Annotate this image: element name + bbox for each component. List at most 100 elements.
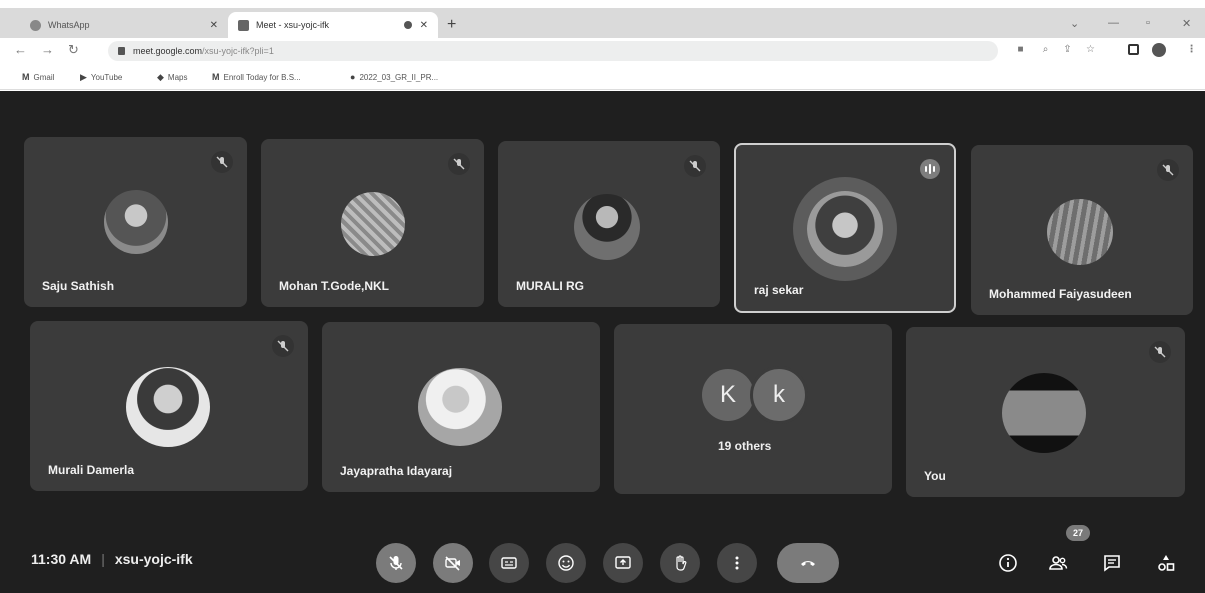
restore-icon[interactable]: ▫ xyxy=(1146,17,1150,29)
more-menu-icon[interactable]: ⋮ xyxy=(1186,44,1197,55)
mic-off-icon xyxy=(684,155,706,177)
forward-icon[interactable]: → xyxy=(41,42,54,57)
address-bar[interactable]: meet.google.com/xsu-yojc-ifk?pli=1 xyxy=(108,41,998,61)
emoji-icon xyxy=(558,555,574,571)
participant-tile[interactable]: Mohammed Faiyasudeen xyxy=(971,145,1193,315)
bookmark-label: Gmail xyxy=(33,72,55,82)
raise-hand-button[interactable] xyxy=(660,543,700,583)
bookmark-gmail[interactable]: M Gmail xyxy=(22,72,54,82)
meeting-time: 11:30 AM xyxy=(31,551,92,567)
avatar xyxy=(104,190,168,254)
tab-whatsapp[interactable]: WhatsApp ✕ xyxy=(20,12,228,38)
profile-avatar[interactable] xyxy=(1152,43,1166,57)
participant-tile[interactable]: Mohan T.Gode,NKL xyxy=(261,139,484,307)
more-options-button[interactable] xyxy=(717,543,757,583)
leave-call-button[interactable] xyxy=(777,543,839,583)
participant-tile[interactable]: Murali Damerla xyxy=(30,321,308,491)
meeting-code: xsu-yojc-ifk xyxy=(114,551,193,567)
participant-name: Mohan T.Gode,NKL xyxy=(279,279,389,293)
mic-off-icon xyxy=(1149,341,1171,363)
mic-off-icon xyxy=(211,151,233,173)
hang-up-icon xyxy=(801,561,815,566)
mic-off-icon xyxy=(272,335,294,357)
tab-meet[interactable]: Meet - xsu-yojc-ifk ✕ xyxy=(228,12,438,38)
participant-tile[interactable]: Jayapratha Idayaraj xyxy=(322,322,600,492)
mic-toggle-button[interactable] xyxy=(376,543,416,583)
emoji-reactions-button[interactable] xyxy=(546,543,586,583)
new-tab-button[interactable]: + xyxy=(447,16,456,34)
bookmark-label: Maps xyxy=(167,73,188,82)
participant-name: raj sekar xyxy=(754,283,804,297)
speaking-indicator-icon xyxy=(920,159,940,179)
separator: | xyxy=(101,551,105,567)
close-window-icon[interactable]: ✕ xyxy=(1182,17,1191,30)
others-tile[interactable]: K k 19 others xyxy=(614,324,892,494)
side-panel-icon[interactable] xyxy=(1128,44,1139,55)
avatar xyxy=(807,191,883,267)
captions-icon xyxy=(501,557,517,569)
people-button[interactable] xyxy=(1046,551,1070,575)
participant-tile[interactable]: MURALI RG xyxy=(498,141,720,307)
avatar xyxy=(126,367,210,447)
tab-strip: WhatsApp ✕ Meet - xsu-yojc-ifk ✕ + ⌄ — ▫… xyxy=(0,8,1205,38)
participant-tile[interactable]: Saju Sathish xyxy=(24,137,247,307)
avatar: K xyxy=(702,369,754,421)
chevron-down-icon[interactable]: ⌄ xyxy=(1070,17,1079,30)
bookmark-maps[interactable]: ◆ Maps xyxy=(157,72,187,83)
whatsapp-icon xyxy=(30,19,41,31)
hand-icon xyxy=(676,555,687,571)
camera-toggle-button[interactable] xyxy=(433,543,473,583)
more-vert-icon xyxy=(735,556,739,570)
captions-button[interactable] xyxy=(489,543,529,583)
participant-name: Mohammed Faiyasudeen xyxy=(989,287,1132,301)
info-icon xyxy=(999,554,1017,572)
camera-icon[interactable]: ■ xyxy=(1015,44,1026,55)
meeting-info: 11:30 AM | xsu-yojc-ifk xyxy=(31,551,193,567)
maps-icon: ◆ xyxy=(157,72,164,82)
others-avatars: K k xyxy=(702,366,808,424)
self-video-preview xyxy=(1002,373,1086,453)
bookmark-label: 2022_03_GR_II_PR... xyxy=(359,72,439,82)
reload-icon[interactable]: ↻ xyxy=(68,42,79,58)
meet-icon xyxy=(238,19,249,31)
participant-name: Murali Damerla xyxy=(48,463,135,477)
bookmark-label: YouTube xyxy=(90,73,123,82)
tab-title: Meet - xsu-yojc-ifk xyxy=(256,20,330,30)
present-screen-button[interactable] xyxy=(603,543,643,583)
present-icon xyxy=(615,556,631,569)
tab-title: WhatsApp xyxy=(48,20,90,30)
bookmark-enroll[interactable]: M Enroll Today for B.S... xyxy=(212,72,301,82)
participant-tile-active[interactable]: raj sekar xyxy=(734,143,956,313)
activities-button[interactable] xyxy=(1154,551,1178,575)
star-icon[interactable]: ☆ xyxy=(1085,44,1096,55)
close-tab-icon[interactable]: ✕ xyxy=(210,20,218,31)
url-path: /xsu-yojc-ifk?pli=1 xyxy=(202,46,274,56)
others-count: 19 others xyxy=(718,439,772,453)
mic-off-icon xyxy=(1157,159,1179,181)
minimize-icon[interactable]: — xyxy=(1108,17,1119,29)
participant-name: MURALI RG xyxy=(516,279,584,293)
mic-off-icon xyxy=(389,556,403,570)
lock-icon xyxy=(118,47,125,55)
share-icon[interactable]: ⇪ xyxy=(1062,44,1073,55)
meeting-stage: Saju Sathish Mohan T.Gode,NKL MURALI RG … xyxy=(0,91,1205,593)
participant-name: You xyxy=(924,469,946,483)
close-tab-icon[interactable]: ✕ xyxy=(420,20,428,31)
back-icon[interactable]: ← xyxy=(14,42,27,57)
zoom-icon[interactable]: ⌕ xyxy=(1040,44,1051,55)
chat-icon xyxy=(1104,555,1120,572)
avatar xyxy=(1047,199,1113,265)
meeting-details-button[interactable] xyxy=(996,551,1020,575)
participant-tile-self[interactable]: You xyxy=(906,327,1185,497)
bookmark-youtube[interactable]: ▶ YouTube xyxy=(80,72,122,83)
gmail-icon: M xyxy=(212,72,220,82)
bookmark-label: Enroll Today for B.S... xyxy=(223,72,301,82)
chat-button[interactable] xyxy=(1100,551,1124,575)
recording-icon xyxy=(403,21,412,29)
mic-off-icon xyxy=(448,153,470,175)
participant-name: Saju Sathish xyxy=(42,279,115,293)
address-row: ← → ↻ meet.google.com/xsu-yojc-ifk?pli=1… xyxy=(0,38,1205,64)
avatar xyxy=(418,368,502,446)
camera-off-icon xyxy=(445,556,460,571)
bookmark-gr[interactable]: ● 2022_03_GR_II_PR... xyxy=(350,72,438,82)
